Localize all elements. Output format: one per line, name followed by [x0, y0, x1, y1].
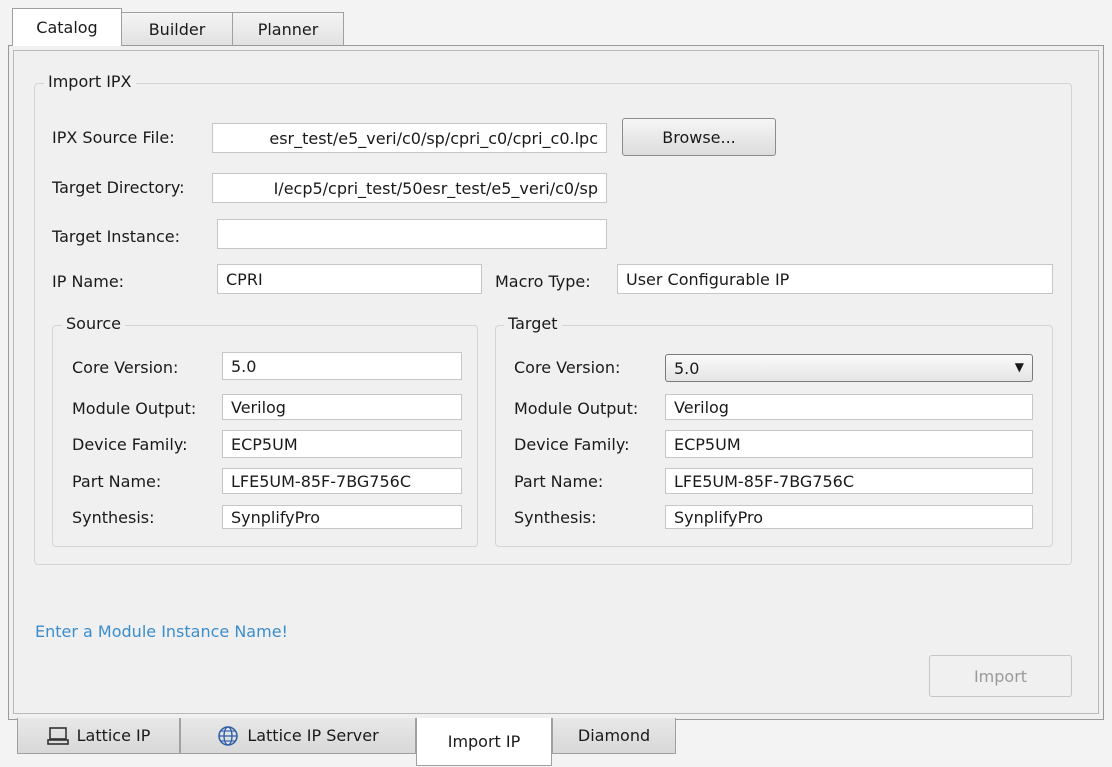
source-synthesis-label: Synthesis: [72, 508, 155, 527]
tab-builder[interactable]: Builder [121, 12, 233, 46]
source-module-output-field[interactable]: Verilog [222, 394, 462, 420]
status-message: Enter a Module Instance Name! [35, 622, 288, 641]
target-instance-label: Target Instance: [52, 227, 181, 246]
target-device-family-label: Device Family: [514, 435, 630, 454]
tab-planner-label: Planner [257, 20, 319, 39]
ipx-source-field[interactable]: esr_test/e5_veri/c0/sp/cpri_c0/cpri_c0.l… [212, 123, 607, 153]
tab-lattice-ip-server[interactable]: Lattice IP Server [180, 718, 416, 754]
target-part-name-field[interactable]: LFE5UM-85F-7BG756C [665, 468, 1033, 494]
tab-catalog-label: Catalog [36, 18, 98, 37]
laptop-icon [46, 725, 69, 747]
chevron-down-icon: ▼ [1014, 360, 1024, 374]
source-device-family-field[interactable]: ECP5UM [222, 430, 462, 458]
tab-lattice-ip[interactable]: Lattice IP [17, 718, 180, 754]
source-core-version-field[interactable]: 5.0 [222, 352, 462, 380]
target-group-title: Target [504, 314, 562, 333]
globe-icon [217, 725, 239, 747]
macro-type-field[interactable]: User Configurable IP [617, 264, 1053, 294]
source-core-version-label: Core Version: [72, 358, 179, 377]
target-part-name-label: Part Name: [514, 472, 604, 491]
target-core-version-value: 5.0 [674, 358, 700, 378]
source-module-output-label: Module Output: [72, 399, 197, 418]
target-core-version-label: Core Version: [514, 358, 621, 377]
target-instance-field[interactable] [217, 219, 607, 249]
browse-button[interactable]: Browse... [622, 118, 776, 156]
source-part-name-field[interactable]: LFE5UM-85F-7BG756C [222, 468, 462, 494]
target-synthesis-field[interactable]: SynplifyPro [665, 505, 1033, 529]
tab-planner[interactable]: Planner [232, 12, 344, 46]
target-synthesis-label: Synthesis: [514, 508, 597, 527]
target-device-family-field[interactable]: ECP5UM [665, 430, 1033, 458]
macro-type-label: Macro Type: [495, 272, 591, 291]
target-directory-label: Target Directory: [52, 178, 185, 197]
import-button-label: Import [973, 666, 1028, 686]
ipx-source-label: IPX Source File: [52, 128, 175, 147]
target-core-version-select[interactable]: 5.0 ▼ [665, 354, 1033, 382]
tab-lattice-ip-label: Lattice IP [76, 726, 151, 745]
tab-builder-label: Builder [148, 20, 206, 39]
tab-import-ip[interactable]: Import IP [416, 718, 552, 766]
tab-import-ip-label: Import IP [447, 732, 521, 751]
source-synthesis-field[interactable]: SynplifyPro [222, 505, 462, 529]
tab-catalog[interactable]: Catalog [12, 8, 122, 46]
tab-diamond-label: Diamond [577, 726, 651, 745]
target-module-output-field[interactable]: Verilog [665, 394, 1033, 420]
ip-name-label: IP Name: [52, 272, 125, 291]
source-part-name-label: Part Name: [72, 472, 162, 491]
browse-button-label: Browse... [662, 127, 736, 147]
ip-name-field[interactable]: CPRI [217, 264, 482, 294]
tab-diamond[interactable]: Diamond [552, 718, 676, 754]
target-module-output-label: Module Output: [514, 399, 639, 418]
source-group-title: Source [62, 314, 125, 333]
import-button[interactable]: Import [929, 655, 1072, 697]
target-directory-field[interactable]: I/ecp5/cpri_test/50esr_test/e5_veri/c0/s… [212, 173, 607, 203]
source-device-family-label: Device Family: [72, 435, 188, 454]
import-ipx-title: Import IPX [44, 72, 136, 91]
tab-lattice-ip-server-label: Lattice IP Server [247, 726, 379, 745]
